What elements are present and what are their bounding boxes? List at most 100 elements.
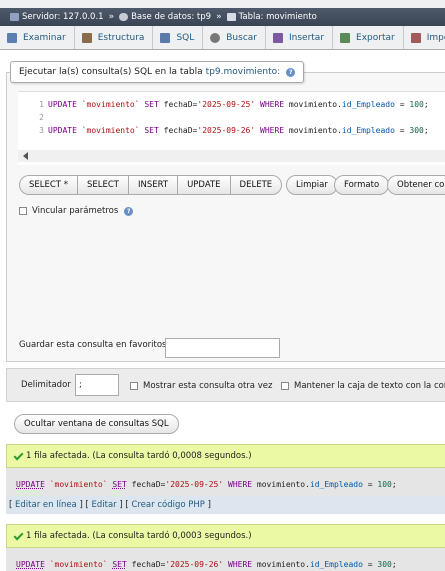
select-star-button[interactable]: SELECT * [19,175,77,195]
get-query-button[interactable]: Obtener con [387,175,445,195]
sql-operator: = [399,99,405,109]
breadcrumb: Servidor: 127.0.0.1 » Base de datos: tp9… [0,8,445,26]
sql-string: '2025-09-26' [197,125,256,135]
sql-table: `movimiento` [81,125,140,135]
success-message: 1 fila afectada. (La consulta tardó 0,00… [6,524,445,548]
sql-field: movimiento. [288,125,342,135]
show-query-label: Mostrar esta consulta otra vez [143,381,273,391]
keep-textbox-option: Mantener la caja de texto con la consul [281,381,445,391]
edit-inline-link[interactable]: Editar en línea [15,500,77,510]
help-icon[interactable]: ? [286,67,296,77]
sql-field: movimiento. [256,559,310,569]
sql-keyword: UPDATE [48,99,77,109]
check-icon [13,531,23,541]
tab-label: SQL [176,32,195,43]
editor-line: 2 [18,111,445,123]
sql-keyword[interactable]: SET [112,560,126,569]
sql-field: id_Empleado [309,559,363,569]
show-query-checkbox[interactable] [130,382,138,390]
sql-keyword: SET [144,99,159,109]
edit-link[interactable]: Editar [92,500,117,510]
editor-line: 3 UPDATE `movimiento` SET fechaD = '2025-0… [18,124,445,136]
sql-keyword[interactable]: SET [112,480,126,489]
hide-sql-window-button[interactable]: Ocultar ventana de consultas SQL [14,414,179,434]
breadcrumb-separator: » [108,12,115,22]
select-button[interactable]: SELECT [76,175,128,195]
sql-keyword: WHERE [260,125,285,135]
sql-field: id_Empleado [309,479,363,489]
breadcrumb-table[interactable]: Tabla: movimiento [226,12,317,22]
horizontal-scrollbar[interactable] [18,150,445,162]
tab-label: Insertar [288,32,325,43]
sql-icon [160,32,171,43]
tab-browse[interactable]: Examinar [0,26,75,49]
sql-table: `movimiento` [49,559,108,569]
search-icon [210,32,221,43]
help-icon[interactable]: ? [124,206,134,216]
sql-field: movimiento. [256,479,310,489]
scroll-left-icon[interactable] [23,152,28,160]
sql-snippet-buttons: SELECT * SELECT INSERT UPDATE DELETE [19,175,283,195]
legend-table-name[interactable]: tp9.movimiento: [206,67,281,77]
sql-operator: = [367,479,373,489]
server-icon [10,13,19,21]
sql-number: 100 [409,99,424,109]
delete-button[interactable]: DELETE [229,175,283,195]
delimiter-input[interactable]: ; [75,374,119,396]
sql-keyword: WHERE [228,559,253,569]
sql-keyword: WHERE [228,479,253,489]
tab-structure[interactable]: Estructura [75,26,154,49]
sql-field: fechaD [163,125,193,135]
check-icon [13,451,23,461]
success-message-text: 1 fila afectada. (La consulta tardó 0,00… [26,531,252,541]
keep-textbox-checkbox[interactable] [281,382,289,390]
top-strip [0,0,445,8]
tab-insert[interactable]: Insertar [266,26,334,49]
query-actions: [ Editar en línea ] [ Editar ] [ Crear c… [6,496,445,514]
update-button[interactable]: UPDATE [177,175,230,195]
line-number: 3 [39,125,44,135]
breadcrumb-database[interactable]: Base de datos: tp9 [119,12,211,22]
browse-icon [7,32,17,43]
export-icon [340,32,351,43]
clear-button[interactable]: Limpiar [286,175,338,195]
sql-operator: = [399,125,405,135]
breadcrumb-server[interactable]: Servidor: 127.0.0.1 [10,12,104,22]
structure-icon [81,32,92,43]
tab-import[interactable]: Impo [404,26,445,49]
tab-sql[interactable]: SQL [153,26,204,49]
editor-line: 1 UPDATE `movimiento` SET fechaD = '2025-0… [18,98,445,110]
sql-terminator: ; [391,479,397,489]
sql-string: '2025-09-25' [197,99,256,109]
show-query-option: Mostrar esta consulta otra vez [130,381,272,391]
create-php-code-link[interactable]: Crear código PHP [131,500,204,510]
tab-bar: Examinar Estructura SQL Buscar Insertar … [0,26,445,50]
breadcrumb-table-label: Tabla: movimiento [238,12,317,22]
insert-button[interactable]: INSERT [127,175,178,195]
success-message-text: 1 fila afectada. (La consulta tardó 0,00… [26,451,252,461]
tab-label: Examinar [23,32,66,43]
sql-field: id_Empleado [341,125,395,135]
database-icon [119,13,129,21]
sql-string: '2025-09-26' [165,559,224,569]
sql-number: 300 [377,559,392,569]
sql-terminator: ; [391,559,397,569]
sql-table: `movimiento` [49,479,108,489]
insert-icon [272,32,283,43]
success-message: 1 fila afectada. (La consulta tardó 0,00… [6,444,445,468]
sql-operator: = [367,559,373,569]
tab-export[interactable]: Exportar [333,26,404,49]
line-number: 2 [39,112,44,122]
favorites-label: Guardar esta consulta en favoritos: [19,340,170,350]
favorites-name-input[interactable] [165,338,280,358]
sql-field: fechaD [163,99,193,109]
format-button[interactable]: Formato [334,175,390,195]
tab-search[interactable]: Buscar [203,26,266,49]
sql-field: movimiento. [288,99,342,109]
sql-keyword[interactable]: UPDATE [16,480,45,489]
bind-parameters-label: Vincular parámetros [32,206,119,216]
table-icon [226,13,236,21]
sql-keyword[interactable]: UPDATE [16,560,45,569]
sql-terminator: ; [423,99,429,109]
bind-parameters-checkbox[interactable] [19,207,27,215]
